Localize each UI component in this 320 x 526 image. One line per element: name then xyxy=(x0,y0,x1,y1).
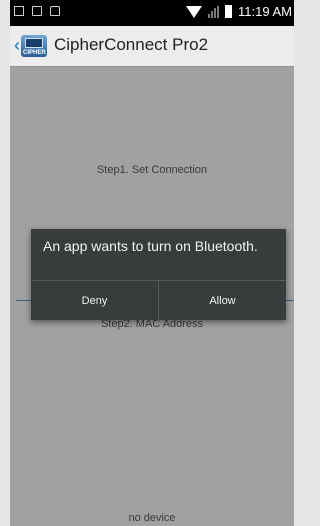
allow-button[interactable]: Allow xyxy=(158,281,286,321)
app-icon-tag: CIPHER xyxy=(23,50,46,56)
battery-icon xyxy=(225,5,233,18)
dialog-button-bar: Deny Allow xyxy=(31,280,286,321)
bluetooth-permission-dialog: An app wants to turn on Bluetooth. Deny … xyxy=(31,229,286,321)
signal-icon xyxy=(208,5,220,18)
app-title: CipherConnect Pro2 xyxy=(54,35,209,54)
phone-screen: 11:19 AM ‹ CIPHER CipherConnect Pro2 Ste… xyxy=(10,0,294,526)
deny-button[interactable]: Deny xyxy=(31,281,158,321)
app-icon[interactable]: CIPHER xyxy=(21,35,47,57)
image-icon xyxy=(32,6,42,16)
status-right: 11:19 AM xyxy=(186,4,292,19)
wifi-icon xyxy=(186,5,203,18)
dialog-message: An app wants to turn on Bluetooth. xyxy=(43,238,258,254)
action-bar: ‹ CIPHER CipherConnect Pro2 xyxy=(10,26,294,67)
bag-icon xyxy=(50,6,60,16)
status-clock: 11:19 AM xyxy=(238,4,292,19)
status-bar: 11:19 AM xyxy=(10,0,294,26)
monitor-icon xyxy=(25,38,43,48)
back-chevron-icon[interactable]: ‹ xyxy=(14,36,20,54)
screenshot-icon xyxy=(14,6,24,16)
status-left xyxy=(14,6,60,16)
